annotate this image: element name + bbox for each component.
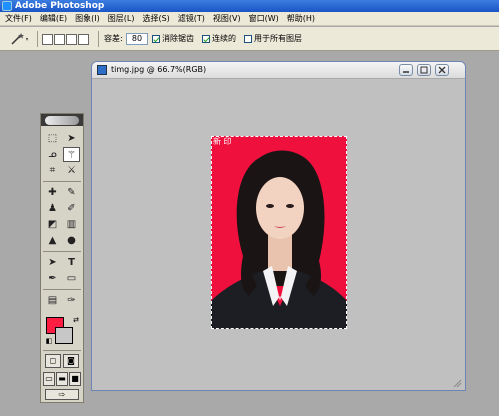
maximize-button[interactable] bbox=[417, 64, 431, 76]
anti-alias-checkbox[interactable]: 消除锯齿 bbox=[152, 32, 194, 46]
document-icon bbox=[97, 65, 107, 75]
blur-tool-icon[interactable]: ▲ bbox=[44, 233, 61, 248]
quick-mask-mode-button[interactable]: ◙ bbox=[63, 354, 79, 368]
swap-colors-icon[interactable]: ⇄ bbox=[71, 315, 81, 325]
all-layers-checkbox[interactable]: 用于所有图层 bbox=[244, 32, 302, 46]
maximize-icon bbox=[420, 66, 428, 74]
app-titlebar: Adobe Photoshop bbox=[0, 0, 499, 12]
standard-mode-button[interactable]: ◻ bbox=[45, 354, 61, 368]
portrait-photo[interactable]: 新 印 bbox=[211, 136, 347, 329]
document-canvas[interactable]: 新 印 bbox=[92, 80, 465, 390]
path-selection-tool-icon[interactable]: ➤ bbox=[44, 255, 61, 270]
all-layers-check[interactable] bbox=[244, 35, 252, 43]
minimize-button[interactable] bbox=[399, 64, 413, 76]
add-selection-icon[interactable] bbox=[54, 33, 65, 45]
menu-window[interactable]: 窗口(W) bbox=[245, 12, 283, 26]
contiguous-label: 连续的 bbox=[212, 34, 236, 43]
history-brush-tool-icon[interactable]: ✐ bbox=[63, 201, 80, 216]
screen-mode-full-button[interactable]: ■ bbox=[69, 372, 81, 386]
jump-to-imageready-button[interactable]: ⇨ bbox=[45, 389, 79, 400]
menu-layer[interactable]: 图层(L) bbox=[104, 12, 139, 26]
menu-select[interactable]: 选择(S) bbox=[138, 12, 173, 26]
menu-help[interactable]: 帮助(H) bbox=[283, 12, 319, 26]
rectangular-marquee-tool-icon[interactable]: ⬚ bbox=[44, 131, 61, 146]
menu-bar: 文件(F) 编辑(E) 图象(I) 图层(L) 选择(S) 滤镜(T) 视图(V… bbox=[0, 12, 499, 26]
move-tool-icon[interactable]: ➤ bbox=[63, 131, 80, 146]
close-icon bbox=[438, 66, 446, 74]
menu-edit[interactable]: 编辑(E) bbox=[36, 12, 71, 26]
eyedropper-tool-icon[interactable]: ✑ bbox=[63, 293, 80, 308]
background-color-swatch[interactable] bbox=[55, 327, 73, 344]
resize-grip-icon[interactable] bbox=[452, 378, 462, 388]
clone-stamp-tool-icon[interactable]: ♟ bbox=[44, 201, 61, 216]
photoshop-app-icon bbox=[2, 1, 12, 11]
pen-tool-icon[interactable]: ✒ bbox=[44, 271, 61, 286]
intersect-selection-icon[interactable] bbox=[78, 33, 89, 45]
portrait-image bbox=[211, 150, 347, 329]
document-title: timg.jpg @ 66.7%(RGB) bbox=[111, 65, 207, 74]
anti-alias-check[interactable] bbox=[152, 35, 160, 43]
options-bar: 容差: 80 消除锯齿 连续的 用于所有图层 bbox=[0, 27, 499, 51]
menu-filter[interactable]: 滤镜(T) bbox=[174, 12, 209, 26]
close-button[interactable] bbox=[435, 64, 449, 76]
toolbox: ⬚ ➤ ᓄ ⚚ ⌗ ⚔ ✚ ✎ ♟ ✐ ◩ ▥ ▲ ● ➤ T ✒ ▭ ▤ ✑ … bbox=[40, 113, 84, 403]
toolbox-separator bbox=[43, 181, 81, 182]
shape-tool-icon[interactable]: ▭ bbox=[63, 271, 80, 286]
contiguous-check[interactable] bbox=[202, 35, 210, 43]
menu-file[interactable]: 文件(F) bbox=[0, 12, 36, 26]
tolerance-input[interactable]: 80 bbox=[126, 33, 148, 45]
magic-wand-tool-icon[interactable]: ⚚ bbox=[63, 147, 80, 162]
photo-watermark: 新 印 bbox=[213, 137, 232, 146]
gradient-tool-icon[interactable]: ▥ bbox=[63, 217, 80, 232]
adobe-feather-logo bbox=[45, 116, 79, 125]
toolbox-separator bbox=[43, 289, 81, 290]
menu-image[interactable]: 图象(I) bbox=[71, 12, 104, 26]
tolerance-label: 容差: bbox=[104, 34, 123, 43]
crop-tool-icon[interactable]: ⌗ bbox=[44, 163, 61, 178]
screen-mode-standard-button[interactable]: ▭ bbox=[43, 372, 55, 386]
minimize-icon bbox=[403, 71, 409, 73]
options-separator bbox=[98, 31, 99, 47]
anti-alias-label: 消除锯齿 bbox=[162, 34, 194, 43]
default-colors-icon[interactable]: ◧ bbox=[44, 336, 54, 346]
all-layers-label: 用于所有图层 bbox=[254, 34, 302, 43]
app-title: Adobe Photoshop bbox=[15, 1, 105, 11]
tool-preset-picker[interactable] bbox=[9, 32, 33, 46]
options-separator bbox=[37, 31, 38, 47]
document-titlebar[interactable]: timg.jpg @ 66.7%(RGB) bbox=[92, 62, 465, 79]
new-selection-icon[interactable] bbox=[42, 33, 53, 45]
dodge-tool-icon[interactable]: ● bbox=[63, 233, 80, 248]
lasso-tool-icon[interactable]: ᓄ bbox=[44, 147, 61, 162]
notes-tool-icon[interactable]: ▤ bbox=[44, 293, 61, 308]
type-tool-icon[interactable]: T bbox=[63, 255, 80, 270]
healing-brush-tool-icon[interactable]: ✚ bbox=[44, 185, 61, 200]
screen-mode-full-menu-button[interactable]: ▬ bbox=[56, 372, 68, 386]
slice-tool-icon[interactable]: ⚔ bbox=[63, 163, 80, 178]
menu-view[interactable]: 视图(V) bbox=[209, 12, 245, 26]
toolbox-header[interactable] bbox=[41, 114, 83, 126]
magic-wand-icon bbox=[11, 33, 28, 45]
toolbox-separator bbox=[43, 251, 81, 252]
brush-tool-icon[interactable]: ✎ bbox=[63, 185, 80, 200]
document-window[interactable]: timg.jpg @ 66.7%(RGB) 新 印 bbox=[91, 61, 466, 391]
eraser-tool-icon[interactable]: ◩ bbox=[44, 217, 61, 232]
contiguous-checkbox[interactable]: 连续的 bbox=[202, 32, 236, 46]
subtract-selection-icon[interactable] bbox=[66, 33, 77, 45]
toolbox-separator bbox=[43, 350, 81, 351]
selection-mode-buttons[interactable] bbox=[42, 32, 94, 46]
